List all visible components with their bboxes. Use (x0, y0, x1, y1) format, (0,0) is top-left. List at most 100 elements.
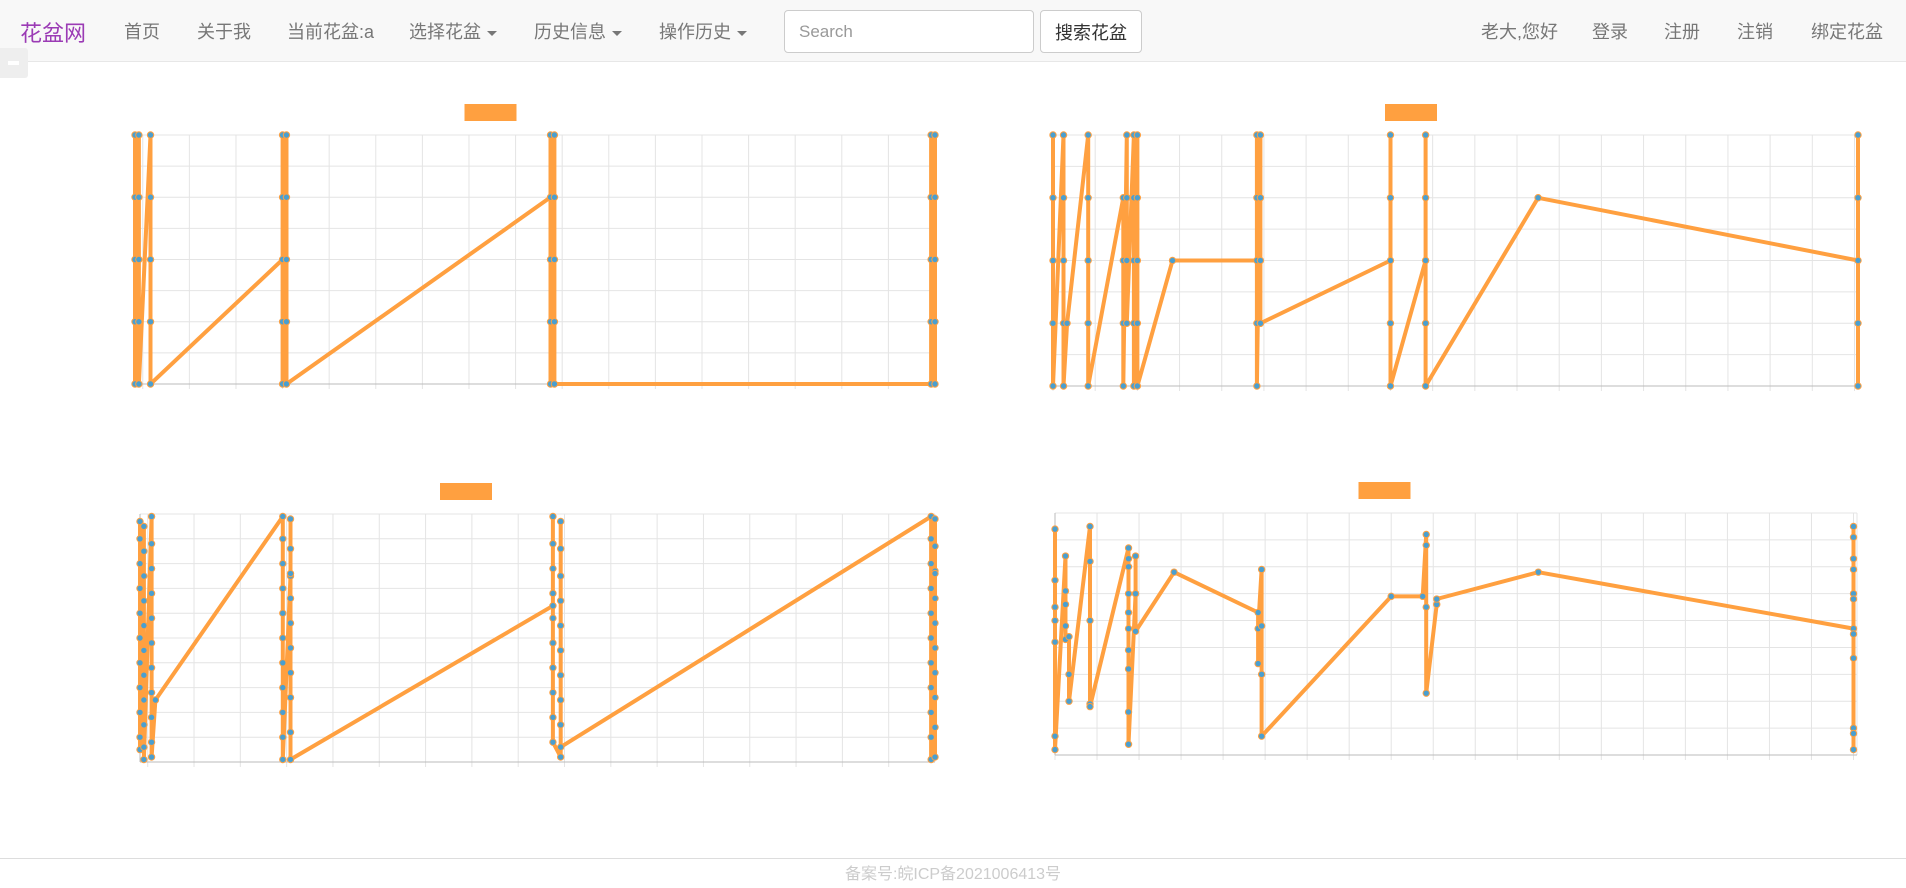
navbar: 花盆网 首页 关于我 当前花盆:a 选择花盆 历史信息 操作历史 搜索花盆 老大… (0, 0, 1906, 62)
data-point (1061, 587, 1070, 595)
data-point (282, 380, 291, 388)
data-point (1849, 522, 1858, 531)
data-point (1065, 697, 1073, 705)
data-point (140, 572, 148, 580)
data-point (136, 584, 144, 593)
nav-operation-history-dropdown[interactable]: 操作历史 (659, 18, 747, 44)
data-point (140, 547, 148, 555)
data-point (931, 569, 939, 578)
data-point (1051, 638, 1059, 646)
data-point (1061, 622, 1070, 630)
data-point (279, 755, 287, 764)
brand-logo[interactable]: 花盆网 (20, 16, 86, 48)
data-point (1086, 557, 1094, 566)
data-point (1854, 194, 1862, 202)
data-point (1063, 319, 1071, 327)
data-point (1124, 555, 1133, 563)
data-point (549, 688, 557, 697)
data-point (550, 193, 559, 201)
data-point (1849, 565, 1858, 574)
data-point (279, 512, 287, 521)
nav-register[interactable]: 注册 (1664, 18, 1700, 44)
data-point (147, 564, 156, 573)
data-point (136, 733, 144, 741)
data-point (1124, 589, 1133, 598)
data-point (550, 380, 559, 388)
data-point (1124, 708, 1133, 716)
data-point (286, 755, 295, 764)
search-input[interactable] (784, 10, 1034, 53)
data-point (1854, 131, 1862, 139)
data-point (146, 131, 155, 139)
data-point (1124, 665, 1133, 673)
data-point (1049, 194, 1057, 202)
data-point (549, 639, 557, 647)
search-pot-button[interactable]: 搜索花盆 (1040, 10, 1142, 53)
data-point (1849, 595, 1858, 603)
data-point (282, 255, 291, 264)
nav-login[interactable]: 登录 (1592, 18, 1628, 44)
data-point (931, 255, 939, 264)
data-point (1086, 702, 1094, 711)
nav-bind-pot[interactable]: 绑定花盆 (1811, 18, 1883, 44)
chart-auto-watering-level (131, 104, 939, 389)
nav-history-info-dropdown[interactable]: 历史信息 (534, 18, 622, 44)
data-point (1256, 256, 1265, 265)
data-point (556, 621, 565, 630)
data-point (1124, 608, 1133, 617)
data-point (1133, 194, 1142, 202)
data-point (1422, 541, 1430, 549)
data-point (927, 659, 935, 667)
data-point (1061, 552, 1070, 560)
legend-swatch (1385, 104, 1437, 121)
data-point (279, 609, 287, 617)
nav-select-pot-dropdown[interactable]: 选择花盆 (409, 18, 497, 44)
data-point (136, 559, 144, 568)
data-point (140, 671, 148, 679)
nav-logout[interactable]: 注销 (1737, 18, 1773, 44)
data-point (1433, 595, 1441, 603)
data-point (1131, 552, 1140, 560)
data-point (279, 659, 287, 667)
data-point (1422, 530, 1430, 539)
data-point (140, 721, 148, 729)
data-point (1051, 576, 1059, 584)
data-point (1386, 382, 1395, 390)
footer-icp[interactable]: 备案号:皖ICP备2021006413号 (0, 860, 1906, 884)
data-point (931, 753, 939, 761)
data-point (931, 515, 939, 523)
data-point (1124, 544, 1133, 552)
nav-current-pot[interactable]: 当前花盆:a (287, 18, 374, 44)
data-point (549, 614, 557, 622)
data-point (136, 609, 144, 617)
nav-home[interactable]: 首页 (124, 18, 160, 44)
legend-swatch (440, 483, 492, 500)
data-point (1061, 600, 1070, 609)
data-point (556, 597, 565, 605)
data-point (1084, 256, 1092, 265)
nav-about[interactable]: 关于我 (197, 18, 251, 44)
data-point (286, 545, 295, 553)
data-point (927, 535, 935, 543)
data-point (549, 713, 557, 722)
data-point (1170, 568, 1178, 576)
data-point (549, 512, 557, 521)
data-point (931, 193, 939, 201)
data-point (1065, 632, 1073, 641)
data-point (1124, 740, 1133, 748)
data-point (1257, 670, 1266, 679)
data-point (556, 646, 565, 655)
data-point (1168, 256, 1177, 265)
nav-greeting[interactable]: 老大,您好 (1481, 18, 1558, 44)
data-point (1854, 382, 1862, 390)
data-point (1254, 608, 1262, 617)
data-point (1049, 319, 1057, 327)
data-point (1084, 319, 1092, 327)
data-point (549, 602, 557, 610)
data-point (1254, 659, 1262, 668)
chart-manual-led-brightness (1051, 482, 1858, 760)
data-point (550, 255, 559, 264)
data-point (279, 535, 287, 543)
data-point (1051, 745, 1059, 754)
data-point (1049, 256, 1057, 265)
